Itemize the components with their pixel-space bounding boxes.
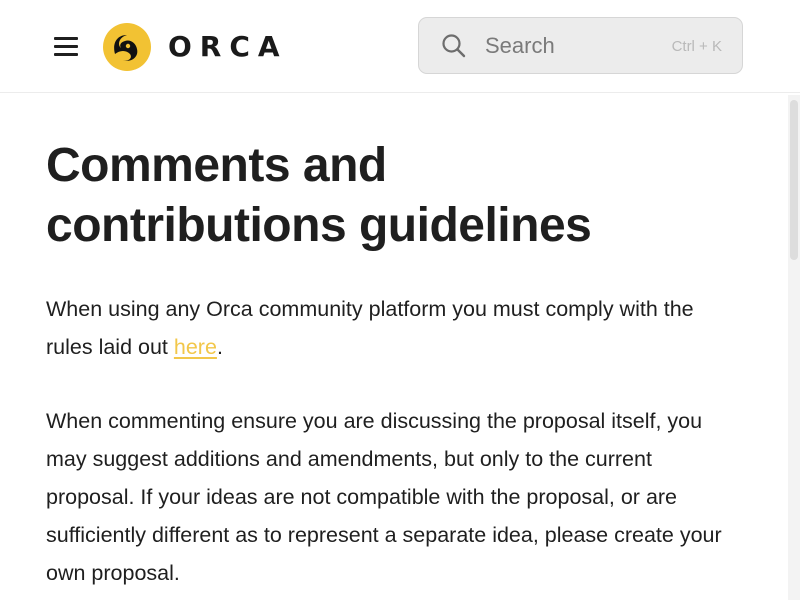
page-title-line-1: Comments and <box>46 139 387 192</box>
top-header: ORCA Search Ctrl + K <box>0 0 800 93</box>
rules-paragraph: When using any Orca community platform y… <box>46 290 746 366</box>
page-title-line-2: contributions guidelines <box>46 199 592 252</box>
article-content: Comments and contributions guidelines Wh… <box>46 136 746 592</box>
orca-logo-icon[interactable] <box>103 23 151 71</box>
search-input[interactable]: Search Ctrl + K <box>418 17 743 74</box>
magnifier-icon <box>442 34 466 58</box>
page-title: Comments and contributions guidelines <box>46 136 746 256</box>
commenting-paragraph: When commenting ensure you are discussin… <box>46 409 722 585</box>
page-scrollbar[interactable] <box>788 95 800 600</box>
rules-paragraph-text: When using any Orca community platform y… <box>46 297 694 359</box>
rules-link[interactable]: here <box>174 335 217 359</box>
search-shortcut-hint: Ctrl + K <box>671 38 722 55</box>
search-placeholder: Search <box>485 33 555 58</box>
brand-wordmark[interactable]: ORCA <box>168 28 288 66</box>
rules-paragraph-end: . <box>216 335 223 359</box>
scrollbar-thumb[interactable] <box>790 100 798 260</box>
hamburger-menu-icon[interactable] <box>54 37 78 56</box>
